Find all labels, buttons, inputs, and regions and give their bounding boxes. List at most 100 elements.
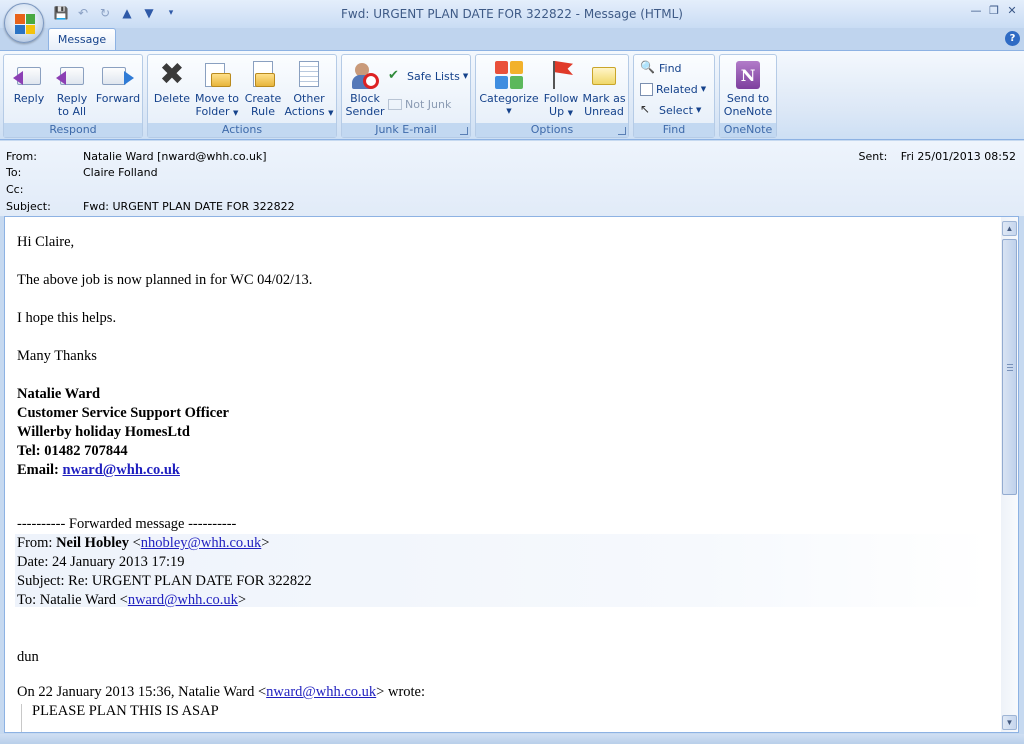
group-actions: ✖ Delete Move to Folder ▼ Create Rule Ot… — [147, 54, 337, 138]
group-label-actions: Actions — [148, 123, 336, 137]
onenote-icon: N — [736, 61, 760, 89]
forwarded-date: Date: 24 January 2013 17:19 — [17, 554, 185, 570]
signature-email-row: Email: nward@whh.co.uk — [17, 461, 180, 480]
chevron-down-icon: ▼ — [233, 109, 239, 117]
follow-label-2: Up — [549, 105, 565, 118]
sent-value: Fri 25/01/2013 08:52 — [900, 150, 1016, 163]
dialog-launcher-icon[interactable] — [618, 127, 626, 135]
reply-all-label-2: to All — [57, 105, 87, 118]
dialog-launcher-icon[interactable] — [460, 127, 468, 135]
signature-email-label: Email: — [17, 462, 63, 478]
safe-lists-button[interactable]: ✔ Safe Lists ▼ — [388, 67, 468, 85]
subject-label: Subject: — [6, 200, 51, 213]
restore-icon[interactable]: ❐ — [986, 2, 1002, 18]
delete-button[interactable]: ✖ Delete — [152, 57, 192, 121]
window-title: Fwd: URGENT PLAN DATE FOR 322822 - Messa… — [341, 7, 683, 21]
create-rule-button[interactable]: Create Rule — [242, 57, 284, 121]
group-find: 🔍 Find Related ▼ ↖ Select ▼ Find — [633, 54, 715, 138]
forwarded-subject: Subject: Re: URGENT PLAN DATE FOR 322822 — [17, 573, 312, 589]
block-sender-button[interactable]: Block Sender — [344, 57, 386, 121]
from-value[interactable]: Natalie Ward [nward@whh.co.uk] — [83, 150, 267, 163]
wrote-suffix: > wrote: — [376, 684, 426, 700]
minimize-icon[interactable]: — — [968, 2, 984, 18]
scrollbar-thumb[interactable] — [1002, 239, 1017, 495]
categorize-button[interactable]: Categorize ▼ — [478, 57, 540, 121]
reply-all-button[interactable]: Reply to All — [50, 57, 94, 121]
related-icon — [640, 82, 653, 96]
move-to-folder-button[interactable]: Move to Folder ▼ — [192, 57, 242, 121]
not-junk-button[interactable]: Not Junk — [388, 95, 451, 113]
message-headers: From: Natalie Ward [nward@whh.co.uk] To:… — [0, 141, 1024, 216]
mark-as-unread-button[interactable]: Mark as Unread — [582, 57, 626, 121]
scroll-up-icon[interactable]: ▲ — [1002, 221, 1017, 236]
delete-icon: ✖ — [159, 57, 185, 92]
mark-unread-icon — [588, 59, 620, 91]
body-line-planned: The above job is now planned in for WC 0… — [17, 272, 313, 288]
forwarded-to: To: Natalie Ward <nward@whh.co.uk> — [17, 591, 246, 610]
other-actions-button[interactable]: Other Actions ▼ — [284, 57, 334, 121]
subject-value: Fwd: URGENT PLAN DATE FOR 322822 — [83, 200, 295, 213]
fwd-from-bracket: < — [128, 535, 141, 551]
cc-label: Cc: — [6, 183, 24, 196]
tab-message[interactable]: Message — [48, 28, 116, 51]
send-to-onenote-button[interactable]: N Send to OneNote — [722, 57, 774, 121]
from-label: From: — [6, 150, 37, 163]
move-label-2: Folder — [195, 105, 230, 118]
find-button[interactable]: 🔍 Find — [640, 59, 682, 77]
fwd-to-email-link[interactable]: nward@whh.co.uk — [128, 592, 238, 608]
reply-label: Reply — [13, 92, 45, 105]
fwd-from-email-link[interactable]: nhobley@whh.co.uk — [141, 535, 261, 551]
message-body[interactable]: Hi Claire, The above job is now planned … — [4, 216, 1019, 733]
categorize-icon — [493, 59, 525, 91]
help-icon[interactable]: ? — [1005, 31, 1020, 46]
office-button[interactable] — [4, 3, 44, 43]
signature-name: Natalie Ward — [17, 386, 101, 402]
forward-icon — [124, 71, 134, 85]
scroll-down-icon[interactable]: ▼ — [1002, 715, 1017, 730]
move-to-folder-icon — [201, 59, 233, 91]
quote-bar — [21, 704, 22, 732]
grip-icon — [1007, 364, 1013, 372]
group-label-respond: Respond — [4, 123, 142, 137]
forwarded-from: From: Neil Hobley <nhobley@whh.co.uk> — [17, 534, 269, 553]
greeting: Hi Claire, — [17, 234, 75, 250]
follow-up-button[interactable]: Follow Up ▼ — [540, 57, 582, 121]
body-line-helps: I hope this helps. — [17, 310, 117, 326]
chevron-down-icon: ▼ — [695, 106, 702, 114]
wrote-line: On 22 January 2013 15:36, Natalie Ward <… — [17, 683, 425, 702]
reply-button[interactable]: Reply — [8, 57, 50, 121]
group-respond: Reply Reply to All Forward Respond — [3, 54, 143, 138]
title-bar: 💾 ↶ ↻ ▲ ▼ ▾ Fwd: URGENT PLAN DATE FOR 32… — [0, 0, 1024, 28]
create-label-1: Create — [244, 92, 282, 105]
binoculars-icon: 🔍 — [640, 60, 655, 74]
office-logo-icon — [15, 14, 35, 34]
signature-email-link[interactable]: nward@whh.co.uk — [63, 462, 180, 478]
chevron-down-icon: ▼ — [462, 72, 469, 80]
fwd-from-label: From: — [17, 535, 57, 551]
group-onenote: N Send to OneNote OneNote — [719, 54, 777, 138]
follow-label-1: Follow — [543, 92, 579, 105]
to-value[interactable]: Claire Folland — [83, 166, 158, 179]
vertical-scrollbar[interactable]: ▲ ▼ — [1001, 217, 1018, 732]
safe-lists-icon: ✔ — [388, 68, 399, 83]
chevron-down-icon: ▼ — [328, 109, 334, 117]
select-button[interactable]: ↖ Select ▼ — [640, 101, 701, 119]
cursor-icon: ↖ — [640, 102, 651, 116]
block-sender-icon — [349, 59, 381, 91]
reply-all-label-1: Reply — [56, 92, 88, 105]
create-label-2: Rule — [251, 105, 275, 118]
fwd-from-name: Neil Hobley — [56, 535, 129, 551]
wrote-email-link[interactable]: nward@whh.co.uk — [266, 684, 376, 700]
related-button[interactable]: Related ▼ — [640, 80, 706, 98]
group-label-onenote: OneNote — [720, 123, 776, 137]
fwd-to-prefix: To: Natalie Ward < — [17, 592, 128, 608]
forward-button[interactable]: Forward — [94, 57, 142, 121]
other-actions-icon — [293, 59, 325, 91]
group-label-junk: Junk E-mail — [342, 123, 470, 137]
to-label: To: — [6, 166, 22, 179]
mark-label-1: Mark as — [582, 92, 626, 105]
other-label-1: Other — [293, 92, 325, 105]
close-icon[interactable]: ✕ — [1004, 2, 1020, 18]
reply-icon — [13, 71, 23, 85]
select-label: Select — [659, 103, 693, 117]
